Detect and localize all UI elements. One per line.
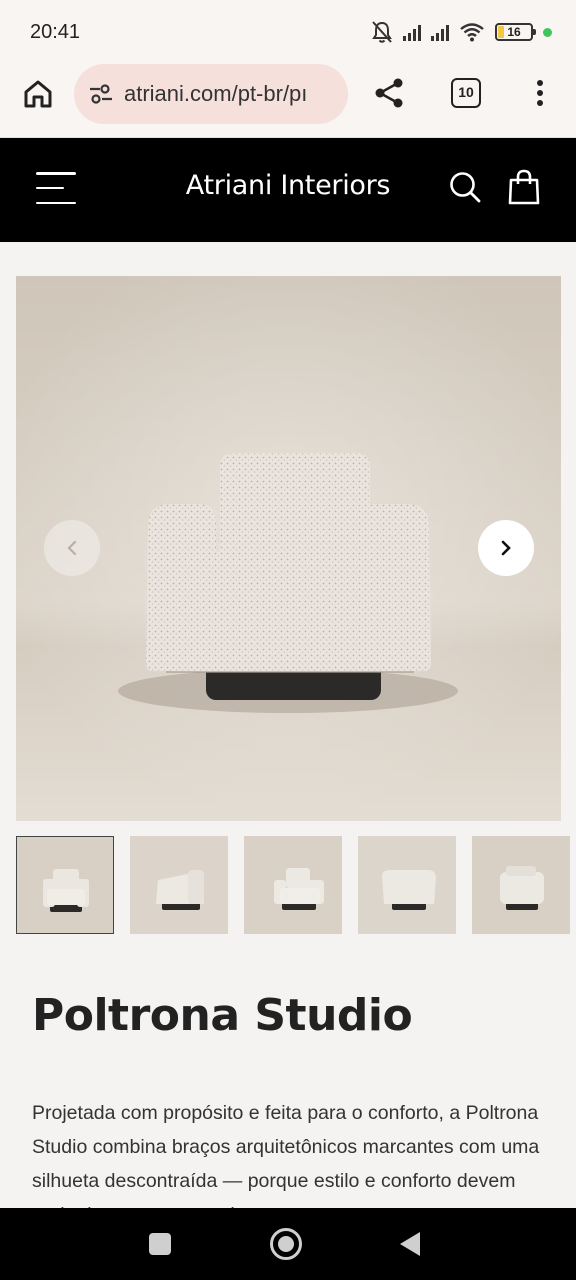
site-header: Atriani Interiors <box>0 138 576 242</box>
home-button[interactable] <box>270 1228 302 1260</box>
privacy-indicator-dot <box>543 27 552 37</box>
thumbnail-back-angle[interactable] <box>358 836 456 934</box>
product-title: Poltrona Studio <box>32 990 413 1041</box>
brand-logo[interactable]: Atriani Interiors <box>0 170 576 201</box>
chevron-left-icon <box>67 540 77 556</box>
wifi-icon <box>460 23 484 42</box>
tabs-button[interactable]: 10 <box>451 78 481 108</box>
product-gallery[interactable] <box>16 276 561 821</box>
url-text[interactable]: atriani.com/pt-br/pı <box>124 81 307 107</box>
thumbnail-image <box>244 836 342 934</box>
gallery-prev-button[interactable] <box>44 520 100 576</box>
thumbnail-image <box>358 836 456 934</box>
thumbnail-back[interactable] <box>472 836 570 934</box>
browser-menu-button[interactable] <box>530 78 550 108</box>
thumbnail-image <box>17 837 113 933</box>
status-icons: 16 <box>371 20 552 44</box>
signal-icon <box>431 23 449 41</box>
chevron-right-icon <box>501 540 511 556</box>
thumbnail-image <box>130 836 228 934</box>
shopping-bag-icon[interactable] <box>507 168 541 206</box>
site-settings-icon[interactable] <box>88 82 114 106</box>
status-bar: 20:41 16 <box>0 0 576 64</box>
browser-toolbar: atriani.com/pt-br/pı 10 <box>0 64 576 138</box>
home-icon[interactable] <box>22 78 54 110</box>
thumbnail-image <box>472 836 570 934</box>
share-icon[interactable] <box>372 76 406 110</box>
url-bar[interactable]: atriani.com/pt-br/pı <box>74 64 348 124</box>
thumbnail-angle[interactable] <box>244 836 342 934</box>
search-icon[interactable] <box>448 170 482 204</box>
thumbnail-front[interactable] <box>16 836 114 934</box>
recents-button[interactable] <box>149 1233 171 1255</box>
signal-icon <box>403 23 421 41</box>
thumbnail-strip <box>16 836 576 934</box>
system-navigation-bar <box>0 1208 576 1280</box>
battery-icon: 16 <box>495 23 536 41</box>
gallery-next-button[interactable] <box>478 520 534 576</box>
back-button[interactable] <box>400 1232 420 1256</box>
status-time: 20:41 <box>30 21 81 43</box>
thumbnail-side[interactable] <box>130 836 228 934</box>
bell-off-icon <box>372 21 392 43</box>
